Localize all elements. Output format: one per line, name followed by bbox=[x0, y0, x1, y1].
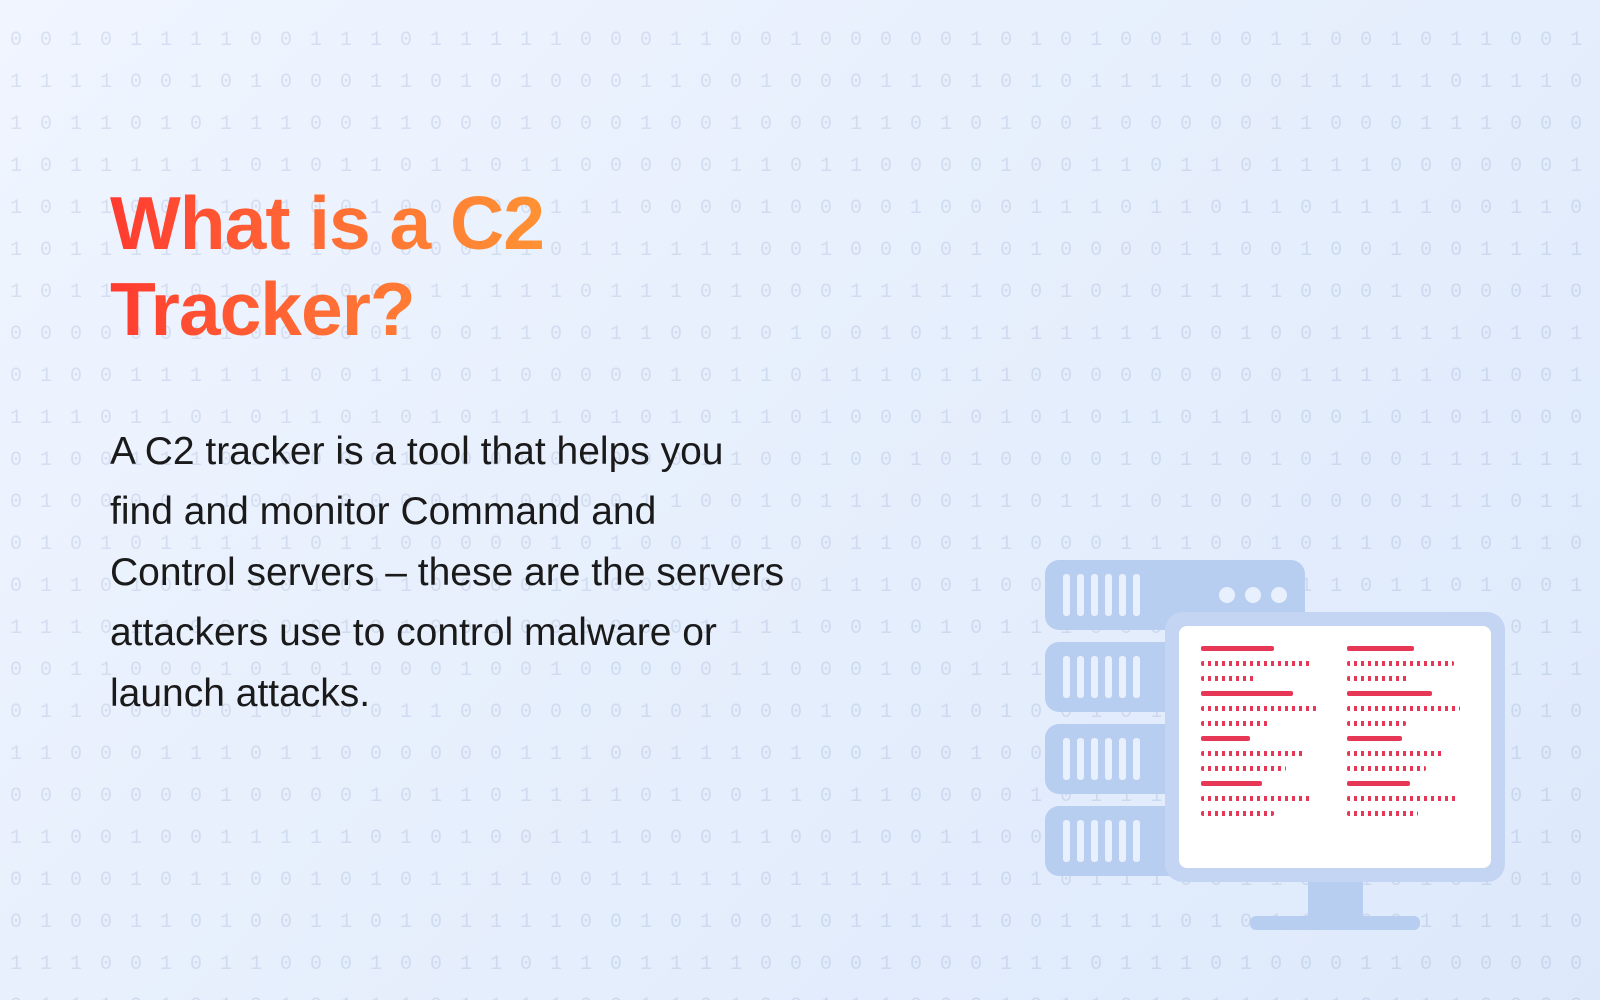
monitor-base bbox=[1250, 916, 1420, 930]
body-text: A C2 tracker is a tool that helps you fi… bbox=[110, 422, 790, 724]
server-monitor-illustration bbox=[1045, 530, 1505, 930]
monitor-screen bbox=[1165, 612, 1505, 882]
code-column bbox=[1347, 646, 1469, 848]
content-area: What is a C2 Tracker? A C2 tracker is a … bbox=[0, 0, 900, 724]
monitor-stand bbox=[1308, 882, 1363, 916]
monitor-display bbox=[1179, 626, 1491, 868]
code-column bbox=[1201, 646, 1323, 848]
page-title: What is a C2 Tracker? bbox=[110, 180, 790, 352]
monitor-icon bbox=[1165, 612, 1505, 930]
